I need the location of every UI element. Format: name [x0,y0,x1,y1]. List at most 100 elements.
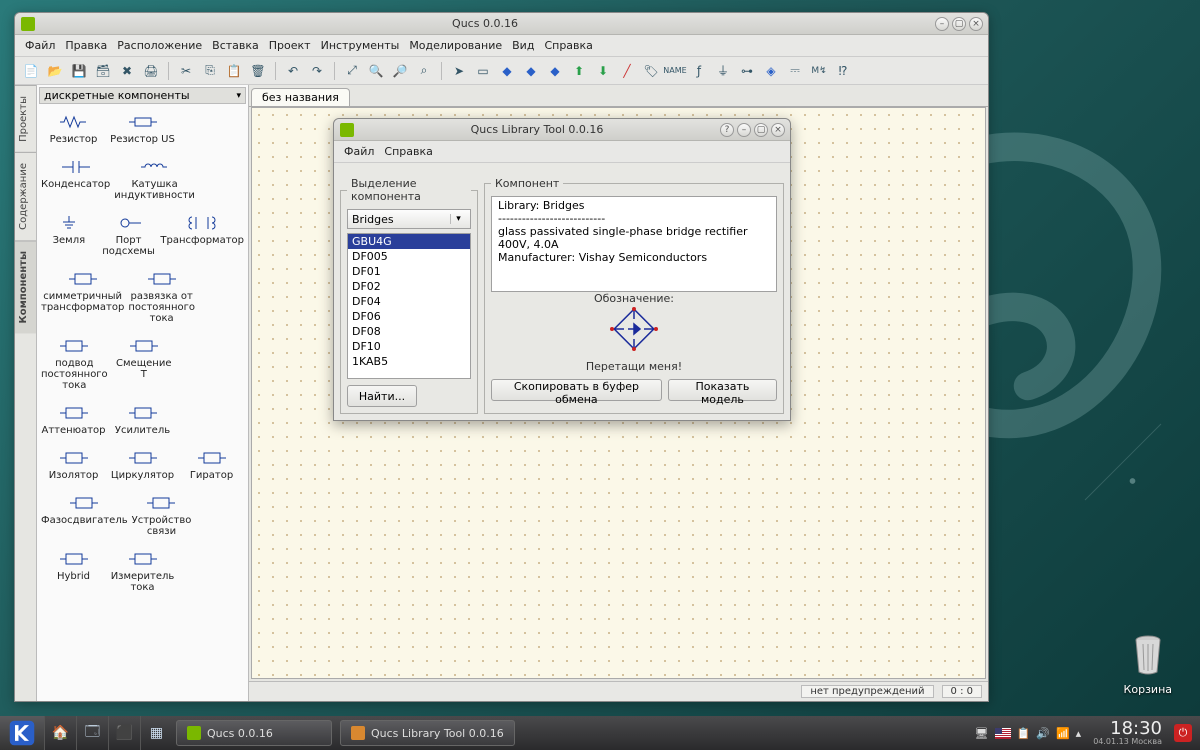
zoom-sel-icon[interactable]: ⌕ [414,61,434,81]
ground-icon[interactable]: ⏚ [713,61,733,81]
label-icon[interactable]: 🏷 [641,61,661,81]
minimize-button[interactable]: – [935,17,949,31]
close-button[interactable]: × [969,17,983,31]
menu-edit[interactable]: Правка [61,37,111,54]
component-Гиратор[interactable]: Гиратор [177,444,246,489]
copy-icon[interactable]: ⎘ [200,61,220,81]
whatsthis-icon[interactable]: ⁉ [833,61,853,81]
dlg-maximize-button[interactable]: ▢ [754,123,768,137]
simulate-icon[interactable]: ◈ [761,61,781,81]
clock[interactable]: 18:30 04.01.13 Москва [1093,720,1162,746]
component-симметричный трансформатор[interactable]: симметричный трансформатор [39,265,126,332]
dialog-titlebar[interactable]: Qucs Library Tool 0.0.16 ? – ▢ × [334,119,790,141]
undo-icon[interactable]: ↶ [283,61,303,81]
dlg-close-button[interactable]: × [771,123,785,137]
component-Циркулятор[interactable]: Циркулятор [108,444,177,489]
list-item[interactable]: DF06 [348,309,470,324]
cut-icon[interactable]: ✂ [176,61,196,81]
menu-sim[interactable]: Моделирование [405,37,506,54]
show-model-button[interactable]: Показать модель [668,379,777,401]
component-Усилитель[interactable]: Усилитель [108,399,177,444]
menu-project[interactable]: Проект [265,37,315,54]
delete-icon[interactable]: 🗑 [248,61,268,81]
component-Порт подсхемы[interactable]: Порт подсхемы [99,209,159,265]
pointer-icon[interactable]: ➤ [449,61,469,81]
list-item[interactable]: GBU4G [348,234,470,249]
dlg-menu-file[interactable]: Файл [340,143,378,160]
dolphin-icon[interactable]: 🗔 [76,716,108,750]
layout-flag-icon[interactable] [995,728,1011,739]
copy-button[interactable]: Скопировать в буфер обмена [491,379,662,401]
library-combo[interactable]: Bridges ▾ [347,209,471,229]
display-tray-icon[interactable]: 🖥 [975,727,989,740]
volume-tray-icon[interactable]: 🔊 [1036,727,1050,740]
task-qucs[interactable]: Qucs 0.0.16 [176,720,332,746]
close-doc-icon[interactable]: ✖ [117,61,137,81]
component-развязка от постоянного тока[interactable]: развязка от постоянного тока [126,265,197,332]
marker-icon[interactable]: M↯ [809,61,829,81]
network-tray-icon[interactable]: 📶 [1056,727,1070,740]
name-tag-icon[interactable]: NAME [665,61,685,81]
equation-icon[interactable]: ƒ [689,61,709,81]
component-Измеритель тока[interactable]: Измеритель тока [108,545,177,601]
component-Устройство связи[interactable]: Устройство связи [130,489,194,545]
menu-layout[interactable]: Расположение [113,37,206,54]
open-icon[interactable]: 📂 [45,61,65,81]
list-item[interactable]: 1KAB5 [348,354,470,369]
maximize-button[interactable]: ▢ [952,17,966,31]
clipboard-tray-icon[interactable]: 📋 [1017,727,1031,740]
show-desktop-icon[interactable]: 🏠 [44,716,76,750]
dc-icon[interactable]: ⎓ [785,61,805,81]
component-Аттенюатор[interactable]: Аттенюатор [39,399,108,444]
tab-projects[interactable]: Проекты [15,85,36,152]
select-rect-icon[interactable]: ▭ [473,61,493,81]
shutdown-button[interactable]: ⏻ [1174,724,1192,742]
dlg-menu-help[interactable]: Справка [380,143,436,160]
wire-icon[interactable]: ╱ [617,61,637,81]
list-item[interactable]: DF10 [348,339,470,354]
saveall-icon[interactable]: 🗃 [93,61,113,81]
component-Конденсатор[interactable]: Конденсатор [39,153,112,209]
zoom-fit-icon[interactable]: ⤢ [342,61,362,81]
component-подвод постоянного тока[interactable]: подвод постоянного тока [39,332,110,399]
menu-insert[interactable]: Вставка [208,37,263,54]
component-Hybrid[interactable]: Hybrid [39,545,108,601]
menu-tools[interactable]: Инструменты [317,37,404,54]
component-Фазосдвигатель[interactable]: Фазосдвигатель [39,489,130,545]
new-icon[interactable]: 📄 [21,61,41,81]
component-listbox[interactable]: GBU4GDF005DF01DF02DF04DF06DF08DF101KAB5 [347,233,471,379]
tab-components[interactable]: Компоненты [15,240,36,333]
task-library[interactable]: Qucs Library Tool 0.0.16 [340,720,515,746]
redo-icon[interactable]: ↷ [307,61,327,81]
paste-icon[interactable]: 📋 [224,61,244,81]
list-item[interactable]: DF08 [348,324,470,339]
dlg-help-button[interactable]: ? [720,123,734,137]
list-item[interactable]: DF01 [348,264,470,279]
save-icon[interactable]: 💾 [69,61,89,81]
menu-view[interactable]: Вид [508,37,538,54]
move-right-icon[interactable]: ◆ [545,61,565,81]
kde-start-button[interactable] [0,716,44,750]
list-item[interactable]: DF005 [348,249,470,264]
print-icon[interactable]: 🖨 [141,61,161,81]
bridge-rectifier-symbol-icon[interactable] [604,305,664,353]
dlg-minimize-button[interactable]: – [737,123,751,137]
zoom-in-icon[interactable]: 🔍 [366,61,386,81]
menu-file[interactable]: Файл [21,37,59,54]
component-Смещение Т[interactable]: Смещение Т [110,332,178,399]
move-up-icon[interactable]: ◆ [497,61,517,81]
find-button[interactable]: Найти... [347,385,417,407]
tray-expand-icon[interactable]: ▴ [1076,727,1082,740]
main-titlebar[interactable]: Qucs 0.0.16 – ▢ × [15,13,988,35]
component-Трансформатор[interactable]: Трансформатор [158,209,246,265]
konsole-icon[interactable]: ⬛ [108,716,140,750]
port-icon[interactable]: ⊶ [737,61,757,81]
doc-tab-untitled[interactable]: без названия [251,88,350,106]
component-Катушка индуктивности[interactable]: Катушка индуктивности [112,153,197,209]
move-left-icon[interactable]: ◆ [521,61,541,81]
category-combo[interactable]: дискретные компоненты ▾ [39,87,246,104]
align-bottom-icon[interactable]: ⬇ [593,61,613,81]
desktop-trash[interactable]: Корзина [1124,634,1172,696]
menu-help[interactable]: Справка [540,37,596,54]
tab-contents[interactable]: Содержание [15,152,36,240]
